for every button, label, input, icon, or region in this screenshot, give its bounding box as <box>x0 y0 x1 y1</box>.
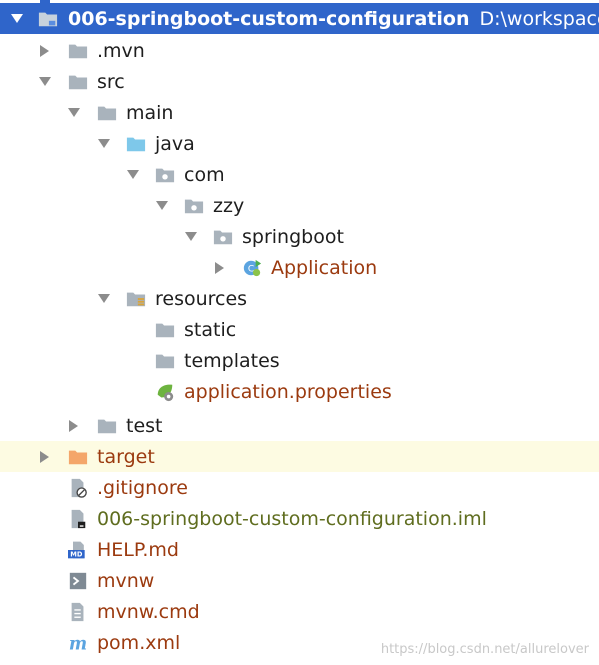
expand-arrow-icon[interactable] <box>38 66 52 97</box>
tree-item-label: mvnw <box>97 569 155 592</box>
package-icon <box>155 159 175 190</box>
tree-item-iml[interactable]: 006-springboot-custom-configuration.iml <box>0 503 599 534</box>
resources-folder-icon <box>126 283 146 314</box>
tree-item-gitignore[interactable]: .gitignore <box>0 472 599 503</box>
tree-item-src[interactable]: src <box>0 66 599 97</box>
tree-item-label: java <box>155 132 195 155</box>
collapse-arrow-icon[interactable] <box>67 410 81 441</box>
text-file-icon <box>68 596 88 627</box>
tree-item-label: zzy <box>213 194 245 217</box>
folder-icon <box>97 410 117 441</box>
tree-item-label: application.properties <box>184 380 392 403</box>
spring-properties-icon <box>155 376 175 407</box>
tree-item-mvnw-cmd[interactable]: mvnw.cmd <box>0 596 599 627</box>
tree-item-label: test <box>126 414 163 437</box>
folder-icon <box>155 314 175 345</box>
tree-item-label: src <box>97 70 125 93</box>
source-folder-icon <box>126 128 146 159</box>
ignore-file-icon <box>68 472 88 503</box>
tree-item-test[interactable]: test <box>0 410 599 441</box>
tree-item-label: resources <box>155 287 248 310</box>
tree-item-label: .gitignore <box>97 476 188 499</box>
expand-arrow-icon[interactable] <box>10 3 24 34</box>
spring-class-icon: C <box>242 252 262 283</box>
tree-item-zzy[interactable]: zzy <box>0 190 599 221</box>
tree-item-label: Application <box>271 256 378 279</box>
collapse-arrow-icon[interactable] <box>213 252 227 283</box>
tree-item-label: .mvn <box>97 39 145 62</box>
shell-script-icon <box>68 565 88 596</box>
tree-item-static[interactable]: static <box>0 314 599 345</box>
tree-item-mvnw[interactable]: mvnw <box>0 565 599 596</box>
tree-item-resources[interactable]: resources <box>0 283 599 314</box>
tree-item-java[interactable]: java <box>0 128 599 159</box>
tree-item-label: springboot <box>242 225 344 248</box>
tree-item-label: main <box>126 101 174 124</box>
tree-item-label: templates <box>184 349 280 372</box>
tree-item-label: com <box>184 163 225 186</box>
collapse-arrow-icon[interactable] <box>38 441 52 472</box>
expand-arrow-icon[interactable] <box>155 190 169 221</box>
package-icon <box>213 221 233 252</box>
tree-item-mvn[interactable]: .mvn <box>0 35 599 66</box>
expand-arrow-icon[interactable] <box>67 97 81 128</box>
folder-icon <box>155 345 175 376</box>
svg-text:MD: MD <box>70 550 83 558</box>
watermark: https://blog.csdn.net/allurelover <box>380 642 589 657</box>
collapse-arrow-icon[interactable] <box>38 35 52 66</box>
expand-arrow-icon[interactable] <box>97 128 111 159</box>
project-tree: 006-springboot-custom-configuration D:\w… <box>0 0 599 665</box>
tree-item-application-class[interactable]: C Application <box>0 252 599 283</box>
package-icon <box>184 190 204 221</box>
folder-icon <box>38 3 58 34</box>
tree-item-com[interactable]: com <box>0 159 599 190</box>
project-path: D:\workspace\ <box>479 7 599 30</box>
excluded-folder-icon <box>68 441 88 472</box>
maven-icon: m <box>68 627 88 658</box>
expand-arrow-icon[interactable] <box>126 159 140 190</box>
tree-item-target[interactable]: target <box>0 441 599 472</box>
tree-item-main[interactable]: main <box>0 97 599 128</box>
tree-item-templates[interactable]: templates <box>0 345 599 376</box>
expand-arrow-icon[interactable] <box>97 283 111 314</box>
tree-item-label: mvnw.cmd <box>97 600 200 623</box>
svg-text:m: m <box>69 634 87 654</box>
project-name: 006-springboot-custom-configuration <box>68 7 470 30</box>
tree-item-label: HELP.md <box>97 538 179 561</box>
tree-item-help-md[interactable]: MD HELP.md <box>0 534 599 565</box>
folder-icon <box>97 97 117 128</box>
markdown-file-icon: MD <box>68 534 88 565</box>
tree-item-label: pom.xml <box>97 631 181 654</box>
tree-root-project[interactable]: 006-springboot-custom-configuration D:\w… <box>0 3 599 34</box>
module-file-icon <box>68 503 88 534</box>
expand-arrow-icon[interactable] <box>184 221 198 252</box>
tree-item-springboot[interactable]: springboot <box>0 221 599 252</box>
tree-item-label: target <box>97 445 155 468</box>
tree-item-label: static <box>184 318 237 341</box>
folder-icon <box>68 66 88 97</box>
folder-icon <box>68 35 88 66</box>
tree-item-application-properties[interactable]: application.properties <box>0 376 599 407</box>
tree-item-label: 006-springboot-custom-configuration.iml <box>97 507 487 530</box>
